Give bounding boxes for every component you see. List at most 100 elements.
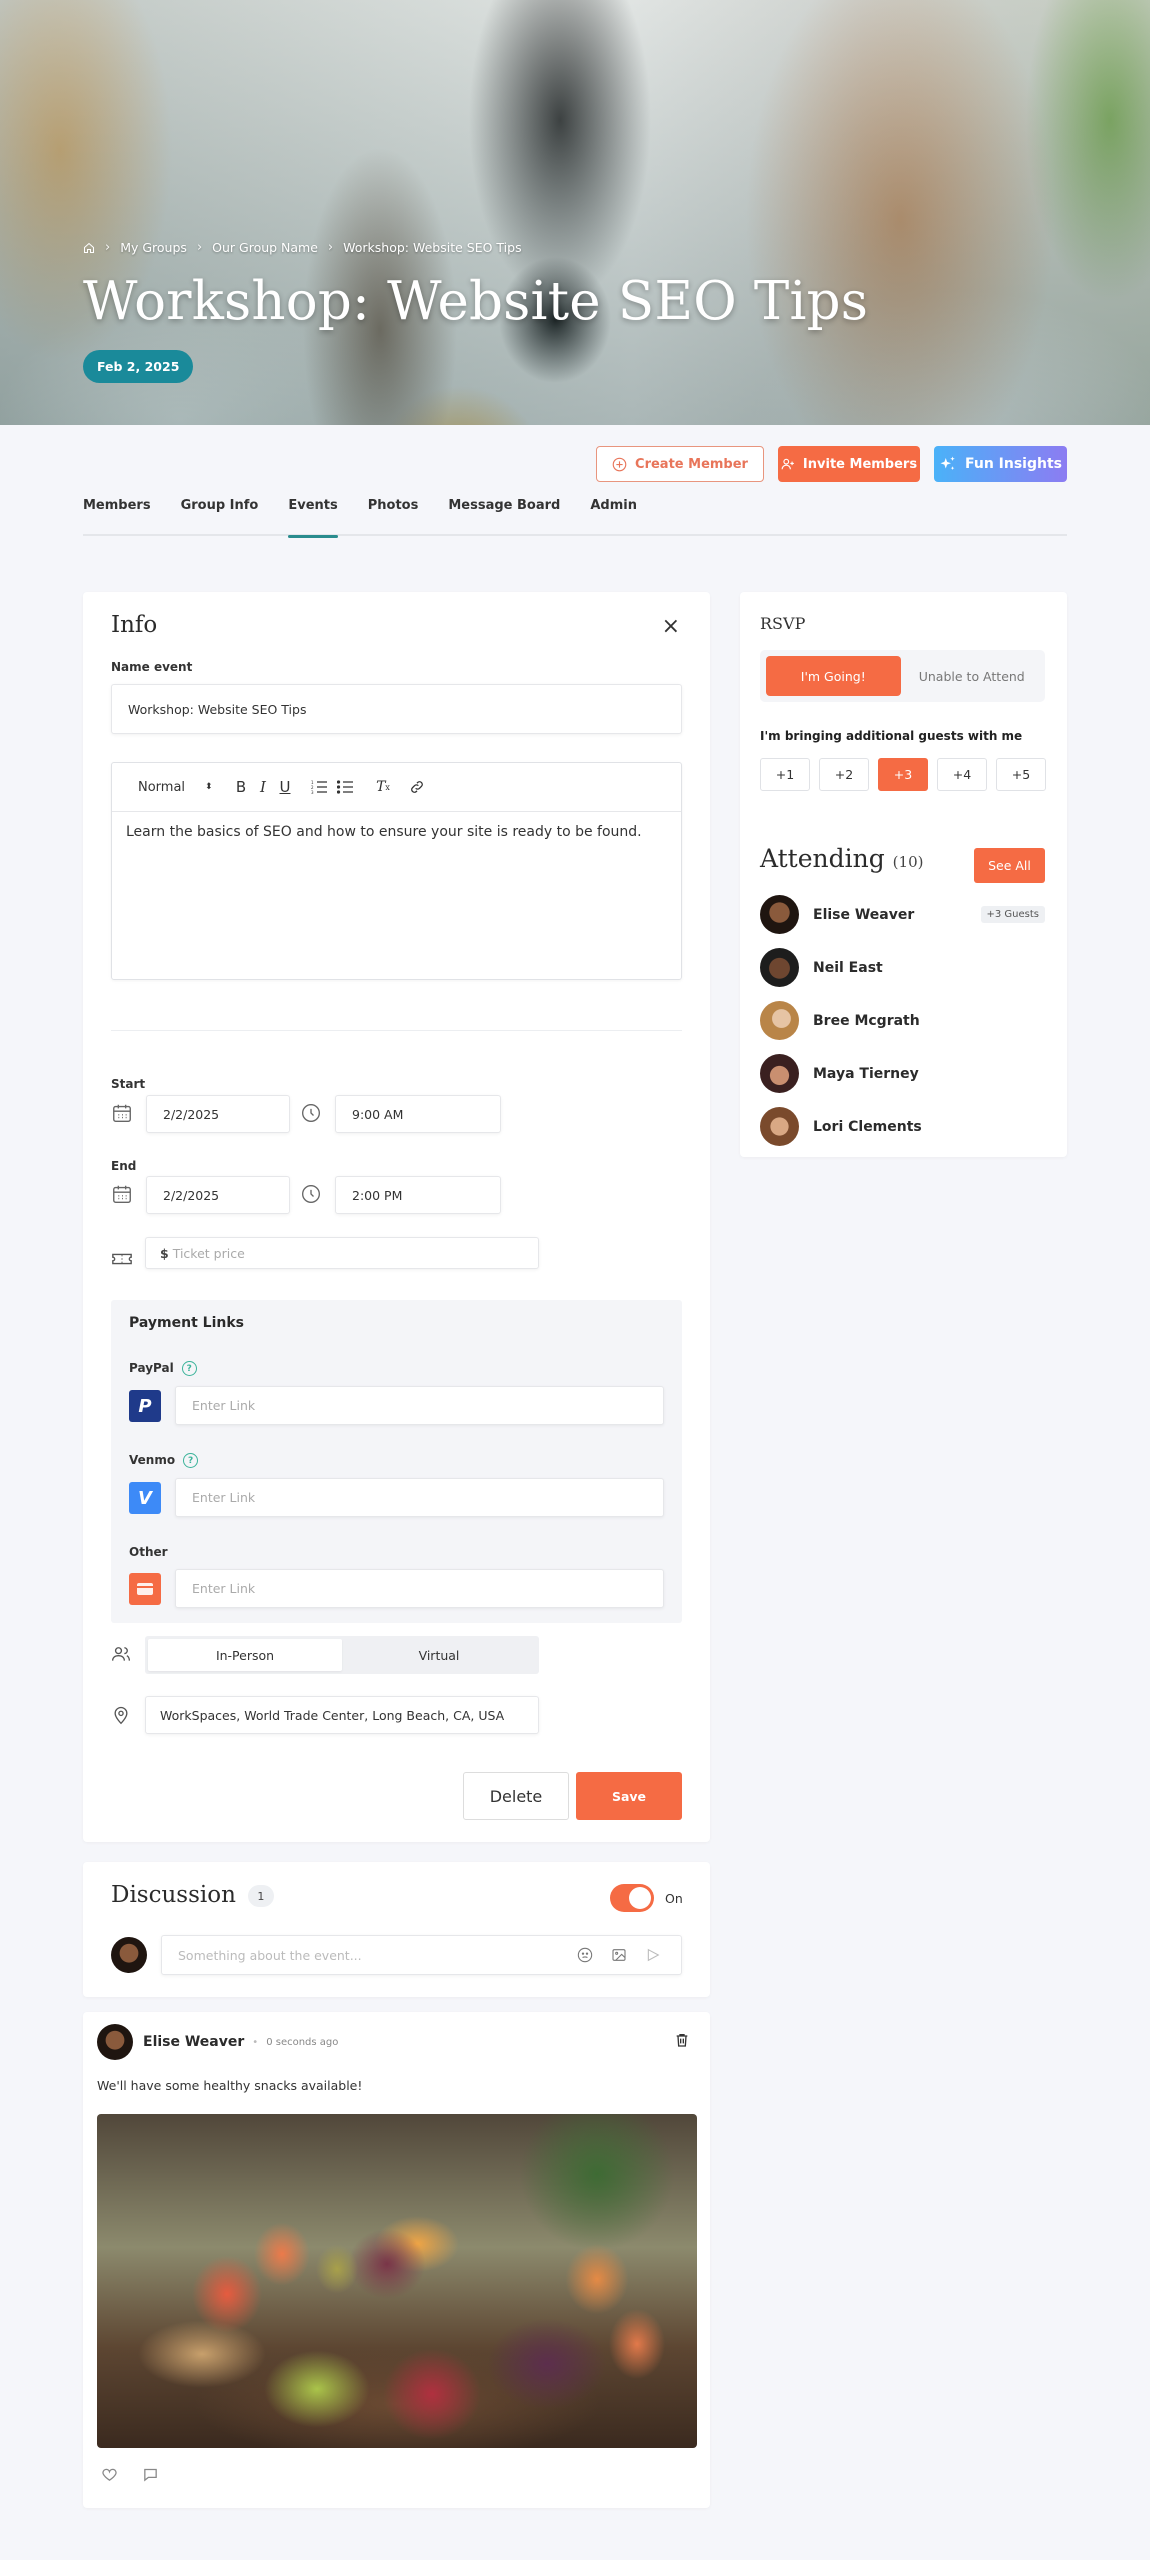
post-author-name[interactable]: Elise Weaver bbox=[143, 2034, 244, 2050]
guest-option[interactable]: +4 bbox=[937, 758, 987, 791]
help-icon[interactable]: ? bbox=[183, 1453, 199, 1468]
post-author-avatar[interactable] bbox=[97, 2024, 133, 2060]
chevron-right-icon: › bbox=[327, 240, 334, 255]
discussion-card: Discussion 1 On Something about the event… bbox=[83, 1862, 710, 1997]
heart-icon[interactable] bbox=[101, 2466, 118, 2483]
start-time-input[interactable]: 9:00 AM bbox=[335, 1095, 501, 1133]
venmo-label-text: Venmo bbox=[129, 1453, 176, 1467]
tab-bar: Members Group Info Events Photos Message… bbox=[83, 492, 1067, 538]
bullet-list-icon[interactable] bbox=[332, 780, 358, 794]
attendee-item[interactable]: Elise Weaver +3 Guests bbox=[760, 895, 1045, 934]
underline-icon[interactable]: U bbox=[274, 778, 296, 796]
tab-admin[interactable]: Admin bbox=[590, 492, 637, 536]
format-select[interactable]: Normal ⬍ bbox=[138, 780, 220, 795]
tab-group-info[interactable]: Group Info bbox=[181, 492, 259, 536]
invite-members-button[interactable]: Invite Members bbox=[778, 446, 920, 482]
save-button[interactable]: Save bbox=[576, 1772, 682, 1820]
post-meta: Elise Weaver • 0 seconds ago bbox=[143, 2034, 338, 2050]
end-time-value: 2:00 PM bbox=[352, 1187, 403, 1203]
mode-in-person[interactable]: In-Person bbox=[148, 1639, 342, 1671]
paypal-placeholder: Enter Link bbox=[192, 1398, 256, 1413]
mode-virtual[interactable]: Virtual bbox=[342, 1639, 536, 1671]
comment-input[interactable]: Something about the event... bbox=[161, 1935, 682, 1975]
post-timestamp: 0 seconds ago bbox=[266, 2036, 339, 2048]
venmo-label: Venmo? bbox=[129, 1453, 199, 1468]
attendee-item[interactable]: Neil East bbox=[760, 948, 1045, 987]
avatar bbox=[760, 1054, 799, 1093]
create-member-button[interactable]: Create Member bbox=[596, 446, 764, 482]
ticket-price-placeholder: Ticket price bbox=[172, 1245, 245, 1261]
attendee-item[interactable]: Bree Mcgrath bbox=[760, 1001, 1045, 1040]
event-name-input[interactable]: Workshop: Website SEO Tips bbox=[111, 684, 682, 734]
description-editor: Normal ⬍ B I U 123 Tx Learn the basics o… bbox=[111, 762, 682, 980]
attendee-list: Elise Weaver +3 Guests Neil East Bree Mc… bbox=[760, 895, 1045, 1160]
other-link-input[interactable]: Enter Link bbox=[175, 1569, 664, 1608]
chevron-right-icon: › bbox=[105, 240, 111, 255]
discussion-toggle[interactable] bbox=[610, 1884, 654, 1912]
editor-content[interactable]: Learn the basics of SEO and how to ensur… bbox=[112, 812, 681, 852]
venmo-placeholder: Enter Link bbox=[192, 1490, 256, 1505]
create-member-label: Create Member bbox=[635, 456, 748, 472]
date-badge: Feb 2, 2025 bbox=[83, 350, 194, 383]
fun-insights-button[interactable]: Fun Insights bbox=[934, 446, 1067, 482]
updown-icon: ⬍ bbox=[205, 782, 213, 792]
ordered-list-icon[interactable]: 123 bbox=[306, 780, 332, 794]
attendee-name: Bree Mcgrath bbox=[813, 1012, 920, 1029]
avatar bbox=[760, 948, 799, 987]
tab-members[interactable]: Members bbox=[83, 492, 151, 536]
attendee-name: Neil East bbox=[813, 959, 883, 976]
ticket-price-input[interactable]: $ Ticket price bbox=[145, 1237, 539, 1269]
hero-content: › My Groups › Our Group Name › Workshop:… bbox=[83, 240, 868, 383]
rsvp-toggle: I'm Going! Unable to Attend bbox=[760, 650, 1045, 702]
breadcrumb-group[interactable]: Our Group Name bbox=[212, 240, 318, 255]
send-icon[interactable] bbox=[645, 1947, 661, 1963]
guest-option[interactable]: +1 bbox=[760, 758, 810, 791]
invite-members-label: Invite Members bbox=[802, 456, 918, 472]
tab-events[interactable]: Events bbox=[288, 492, 339, 538]
clear-format-icon[interactable]: Tx bbox=[370, 779, 396, 795]
attendee-item[interactable]: Lori Clements bbox=[760, 1107, 1045, 1146]
attending-heading: Attending (10) bbox=[760, 844, 923, 873]
start-date-input[interactable]: 2/2/2025 bbox=[146, 1095, 290, 1133]
tab-photos[interactable]: Photos bbox=[368, 492, 419, 536]
attendee-item[interactable]: Maya Tierney bbox=[760, 1054, 1045, 1093]
fun-insights-label: Fun Insights bbox=[965, 456, 1062, 472]
clock-icon bbox=[302, 1104, 320, 1122]
end-date-input[interactable]: 2/2/2025 bbox=[146, 1176, 290, 1214]
user-plus-icon bbox=[781, 458, 794, 470]
calendar-icon bbox=[113, 1104, 131, 1122]
delete-button[interactable]: Delete bbox=[463, 1772, 569, 1820]
comment-icon[interactable] bbox=[142, 2466, 159, 2483]
plus-circle-icon bbox=[612, 457, 627, 471]
attendee-name: Maya Tierney bbox=[813, 1065, 919, 1082]
bold-icon[interactable]: B bbox=[230, 778, 252, 796]
close-icon[interactable]: × bbox=[662, 616, 680, 638]
rsvp-card: RSVP I'm Going! Unable to Attend I'm bri… bbox=[740, 592, 1067, 1157]
post-image[interactable] bbox=[97, 2114, 697, 2448]
emoji-icon[interactable] bbox=[577, 1947, 593, 1963]
end-time-input[interactable]: 2:00 PM bbox=[335, 1176, 501, 1214]
breadcrumb-my-groups[interactable]: My Groups bbox=[120, 240, 187, 255]
see-all-button[interactable]: See All bbox=[974, 848, 1045, 883]
payment-links-title: Payment Links bbox=[129, 1315, 244, 1331]
going-button[interactable]: I'm Going! bbox=[766, 656, 901, 696]
home-icon[interactable] bbox=[83, 242, 95, 254]
guest-option-selected[interactable]: +3 bbox=[878, 758, 928, 791]
paypal-link-input[interactable]: Enter Link bbox=[175, 1386, 664, 1425]
unable-button[interactable]: Unable to Attend bbox=[905, 656, 1040, 696]
italic-icon[interactable]: I bbox=[252, 778, 274, 796]
tab-message-board[interactable]: Message Board bbox=[448, 492, 560, 536]
image-icon[interactable] bbox=[611, 1947, 627, 1963]
svg-text:3: 3 bbox=[311, 790, 314, 794]
trash-icon[interactable] bbox=[674, 2032, 690, 2048]
chevron-right-icon: › bbox=[196, 240, 203, 255]
attendee-name: Lori Clements bbox=[813, 1118, 922, 1135]
rsvp-title: RSVP bbox=[760, 614, 806, 633]
guest-option[interactable]: +2 bbox=[819, 758, 869, 791]
venmo-link-input[interactable]: Enter Link bbox=[175, 1478, 664, 1517]
guest-option[interactable]: +5 bbox=[996, 758, 1046, 791]
location-input[interactable]: WorkSpaces, World Trade Center, Long Bea… bbox=[145, 1696, 539, 1734]
toggle-label: On bbox=[665, 1891, 683, 1906]
link-icon[interactable] bbox=[404, 779, 430, 795]
help-icon[interactable]: ? bbox=[181, 1361, 197, 1376]
